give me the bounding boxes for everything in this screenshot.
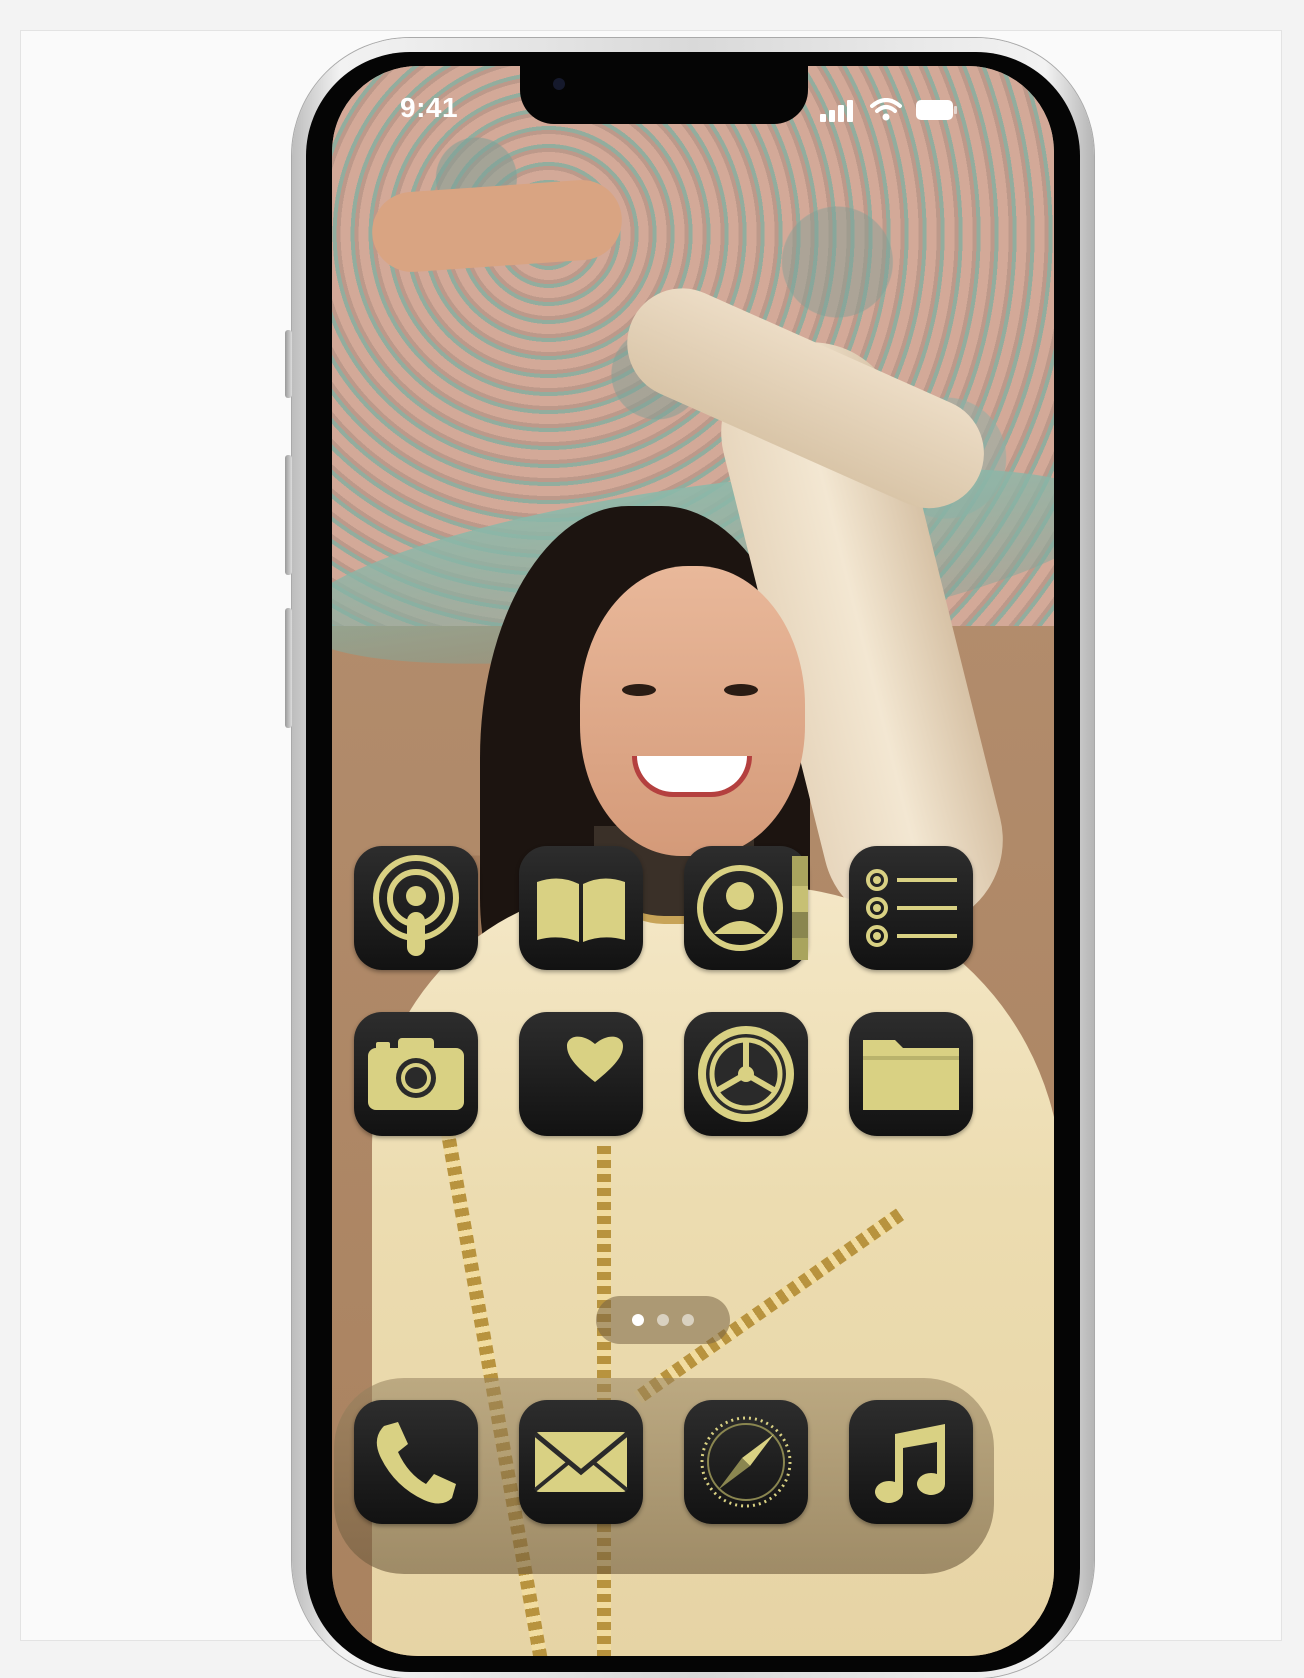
camera-icon xyxy=(368,1038,464,1110)
mail-icon xyxy=(533,1432,629,1492)
wallpaper-eye-right xyxy=(724,684,758,696)
page-dot-1[interactable] xyxy=(632,1314,644,1326)
reminders-icon xyxy=(866,869,957,947)
wallpaper-eye-left xyxy=(622,684,656,696)
status-time: 9:41 xyxy=(400,92,459,123)
status-icons xyxy=(820,98,960,128)
app-mail[interactable] xyxy=(519,1400,643,1524)
app-safari[interactable] xyxy=(684,1400,808,1524)
files-icon xyxy=(863,1040,959,1110)
app-settings[interactable] xyxy=(684,1012,808,1136)
app-contacts[interactable] xyxy=(684,846,808,970)
app-podcasts[interactable] xyxy=(354,846,478,970)
app-books[interactable] xyxy=(519,846,643,970)
page-indicator[interactable] xyxy=(596,1296,730,1344)
settings-icon xyxy=(698,1026,794,1122)
volume-up-button[interactable] xyxy=(285,455,292,575)
podcasts-icon xyxy=(373,855,459,956)
books-icon xyxy=(537,878,625,942)
wallpaper-face xyxy=(580,566,805,856)
safari-icon xyxy=(700,1416,792,1508)
app-files[interactable] xyxy=(849,1012,973,1136)
front-camera xyxy=(553,78,565,90)
app-reminders[interactable] xyxy=(849,846,973,970)
page-dot-2[interactable] xyxy=(657,1314,669,1326)
mute-switch[interactable] xyxy=(285,330,292,398)
music-icon xyxy=(875,1424,945,1503)
battery-icon xyxy=(916,100,957,120)
wifi-icon xyxy=(870,98,902,121)
notch xyxy=(520,66,808,124)
contacts-icon xyxy=(697,856,808,960)
app-health[interactable] xyxy=(519,1012,643,1136)
health-icon xyxy=(567,1036,623,1082)
app-music[interactable] xyxy=(849,1400,973,1524)
page-dot-3[interactable] xyxy=(682,1314,694,1326)
app-camera[interactable] xyxy=(354,1012,478,1136)
cellular-signal-icon xyxy=(820,98,860,122)
app-phone[interactable] xyxy=(354,1400,478,1524)
phone-icon xyxy=(376,1422,456,1504)
volume-down-button[interactable] xyxy=(285,608,292,728)
